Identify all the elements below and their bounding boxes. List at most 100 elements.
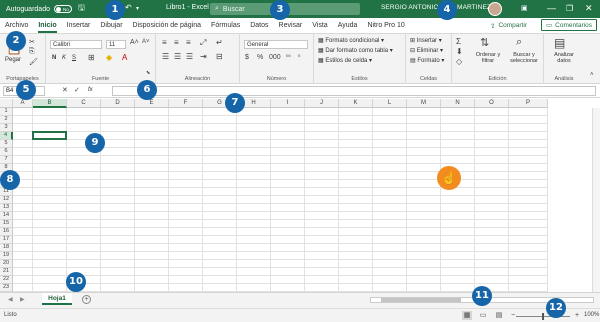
row-header[interactable]: 12 [0,196,13,204]
row-header[interactable]: 3 [0,124,13,132]
find-select-icon[interactable]: ⌕ [516,36,522,49]
insert-function-button[interactable]: fx [88,87,93,93]
collapse-ribbon-icon[interactable]: ˄ [590,72,594,78]
wrap-text-icon[interactable]: ↵ [216,38,223,47]
column-header[interactable]: F [169,99,203,108]
vertical-scrollbar[interactable] [592,108,600,292]
increase-decimal-icon[interactable]: ⁰⁰ [286,54,291,61]
undo-icon[interactable]: ↶ [125,3,132,12]
currency-icon[interactable]: $ [245,54,249,61]
column-header[interactable]: L [373,99,407,108]
row-header[interactable]: 22 [0,276,13,284]
page-layout-view-icon[interactable]: ▭ [478,311,488,320]
thousands-icon[interactable]: 000 [269,54,281,61]
percent-icon[interactable]: % [257,54,263,61]
column-header[interactable]: E [135,99,169,108]
find-select-label[interactable]: Buscar y seleccionar [506,52,542,64]
underline-button[interactable]: S [72,55,76,61]
row-header[interactable]: 2 [0,116,13,124]
merge-center-icon[interactable]: ⊟ [216,52,223,61]
column-header[interactable]: M [407,99,441,108]
paste-label[interactable]: Pegar [5,57,21,63]
tab-datos[interactable]: Datos [245,18,273,34]
tab-vista[interactable]: Vista [307,18,332,34]
page-break-view-icon[interactable]: ▤ [494,311,504,320]
cancel-entry-icon[interactable]: ✕ [62,86,68,94]
cell-styles-button[interactable]: ▦ Estilos de celda ▾ [318,57,372,64]
indent-icon[interactable]: ⇥ [200,52,207,61]
shrink-font-icon[interactable]: A˅ [142,39,150,45]
column-header[interactable]: P [509,99,548,108]
tab-formulas[interactable]: Fórmulas [206,18,245,34]
row-header[interactable]: 17 [0,236,13,244]
sort-filter-icon[interactable]: ⇅ [480,36,489,49]
row-header[interactable]: 15 [0,220,13,228]
tab-dibujar[interactable]: Dibujar [95,18,127,34]
next-sheet-icon[interactable]: ▶ [20,296,25,303]
font-name-select[interactable]: Calibri [50,40,102,49]
italic-button[interactable]: K [62,55,66,61]
tab-inicio[interactable]: Inicio [33,18,61,34]
formula-input[interactable] [112,86,596,96]
align-right-icon[interactable]: ☰ [186,52,193,61]
row-header[interactable]: 18 [0,244,13,252]
tab-nitro[interactable]: Nitro Pro 10 [362,18,409,34]
tab-ayuda[interactable]: Ayuda [333,18,363,34]
comments-button[interactable]: ▭ Comentarios [541,19,597,31]
analyze-data-icon[interactable]: ▤ [554,36,565,50]
sort-filter-label[interactable]: Ordenar y filtrar [475,52,501,64]
row-header[interactable]: 21 [0,268,13,276]
tab-insertar[interactable]: Insertar [62,18,96,34]
fill-icon[interactable]: ⬇ [456,47,463,56]
bold-button[interactable]: N [52,55,56,61]
column-header[interactable]: O [475,99,509,108]
font-size-select[interactable]: 11 [106,40,126,49]
worksheet-grid[interactable]: ABCDEFGHIJKLMNOP123456789101112131415161… [0,99,600,292]
close-icon[interactable]: ✕ [585,3,593,14]
row-header[interactable]: 1 [0,108,13,116]
column-header[interactable]: K [339,99,373,108]
fill-color-icon[interactable]: ◆ [106,53,112,62]
autosum-icon[interactable]: Σ [456,37,461,46]
format-as-table-button[interactable]: ▦ Dar formato como tabla ▾ [318,47,393,54]
clear-icon[interactable]: ◇ [456,57,462,66]
prev-sheet-icon[interactable]: ◀ [8,296,13,303]
row-header[interactable]: 5 [0,140,13,148]
restore-icon[interactable]: ❐ [566,4,573,13]
zoom-in-icon[interactable]: + [572,311,582,320]
scroll-thumb[interactable] [381,298,461,302]
customize-chevron-icon[interactable]: ▾ [136,5,139,12]
row-header[interactable]: 16 [0,228,13,236]
row-header[interactable]: 14 [0,212,13,220]
row-header[interactable]: 4 [0,132,13,140]
row-header[interactable]: 20 [0,260,13,268]
copy-icon[interactable]: ⎘ [29,48,35,56]
delete-cells-button[interactable]: ⊟ Eliminar ▾ [410,47,443,54]
align-left-icon[interactable]: ☰ [162,52,169,61]
decrease-decimal-icon[interactable]: ⁰ [298,54,300,61]
orientation-icon[interactable]: ⤢ [200,38,206,48]
ribbon-display-icon[interactable]: ▣ [521,4,528,12]
conditional-format-button[interactable]: ▦ Formato condicional ▾ [318,37,384,44]
cut-icon[interactable]: ✂ [29,38,35,46]
align-center-icon[interactable]: ☰ [174,52,181,61]
save-icon[interactable]: 🖫 [78,2,85,16]
row-header[interactable]: 7 [0,156,13,164]
add-sheet-button[interactable]: + [82,295,91,304]
column-header[interactable]: J [305,99,339,108]
tab-disposicion[interactable]: Disposición de página [128,18,207,34]
align-top-icon[interactable]: ≡ [162,38,167,47]
borders-icon[interactable]: ⊞ [88,53,95,62]
column-header[interactable]: C [67,99,101,108]
number-format-select[interactable]: General [244,40,308,49]
autosave-toggle[interactable]: No [53,5,72,13]
format-cells-button[interactable]: ▤ Formato ▾ [410,57,444,64]
confirm-entry-icon[interactable]: ✓ [74,86,80,94]
font-color-icon[interactable]: A [122,53,127,62]
active-cell[interactable] [32,131,67,140]
row-header[interactable]: 19 [0,252,13,260]
touch-mode-icon[interactable]: ☝ [437,166,461,190]
grow-font-icon[interactable]: A˄ [130,39,139,46]
row-header[interactable]: 23 [0,284,13,292]
normal-view-icon[interactable]: ▦ [462,311,472,320]
